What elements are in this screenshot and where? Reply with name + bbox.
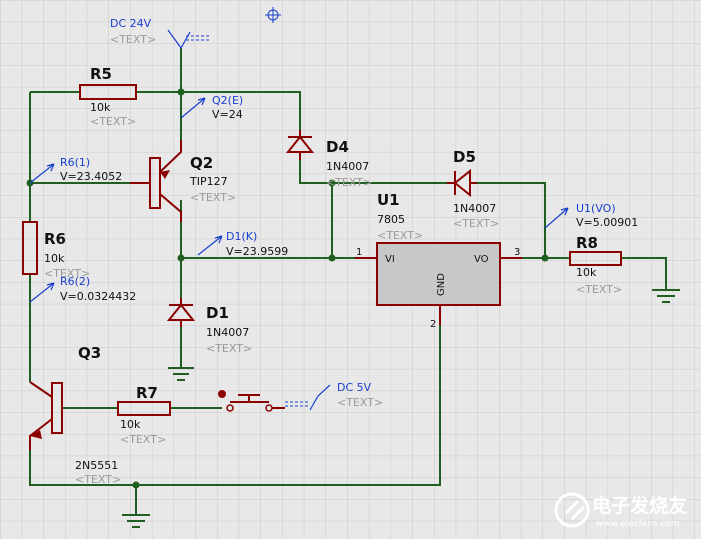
d5-ref: D5 [453, 148, 476, 166]
d1-ref: D1 [206, 304, 229, 322]
watermark-sub: www.elecfans.com [596, 519, 680, 529]
probe-u1-vo-value: V=5.00901 [576, 216, 638, 229]
u1-value: 7805 [377, 213, 405, 226]
d5-text: <TEXT> [453, 217, 499, 230]
probe-r6-1-value: V=23.4052 [60, 170, 122, 183]
r5-ref: R5 [90, 65, 112, 83]
u1-pin-vi: VI [385, 254, 395, 265]
r8-ref: R8 [576, 234, 598, 252]
u1-text: <TEXT> [377, 229, 423, 242]
r7-text: <TEXT> [120, 433, 166, 446]
probe-u1-vo-name: U1(VO) [576, 202, 616, 215]
u1-pin-vo: VO [474, 254, 489, 265]
probe-r6-2-name: R6(2) [60, 275, 90, 288]
r6-ref: R6 [44, 230, 66, 248]
d4-value: 1N4007 [326, 160, 369, 173]
d4-text: <TEXT> [326, 176, 372, 189]
probe-r6-2-value: V=0.0324432 [60, 290, 136, 303]
r6-value: 10k [44, 252, 65, 265]
u1-pin3-number: 3 [514, 247, 520, 258]
r8-value: 10k [576, 266, 597, 279]
q2-value: TIP127 [189, 175, 228, 188]
r5-text: <TEXT> [90, 115, 136, 128]
probe-q2e-value: V=24 [212, 108, 243, 121]
r8-text: <TEXT> [576, 283, 622, 296]
q2-text: <TEXT> [190, 191, 236, 204]
u1-pin1-number: 1 [356, 247, 362, 258]
u1-pin2-number: 2 [430, 319, 436, 330]
d1-text: <TEXT> [206, 342, 252, 355]
probe-d1k-value: V=23.9599 [226, 245, 288, 258]
dc24v-label: DC 24V [110, 17, 152, 30]
schematic-svg: DC 24V <TEXT> R5 10k <TEXT> Q2(E) V=24 Q… [0, 0, 701, 539]
u1-pin-gnd: GND [436, 273, 447, 296]
r5-value: 10k [90, 101, 111, 114]
d1-value: 1N4007 [206, 326, 249, 339]
r7-value: 10k [120, 418, 141, 431]
q3-text: <TEXT> [75, 473, 121, 486]
dc5v-label: DC 5V [337, 381, 372, 394]
u1-ref: U1 [377, 191, 400, 209]
schematic-canvas: DC 24V <TEXT> R5 10k <TEXT> Q2(E) V=24 Q… [0, 0, 701, 539]
q2-ref: Q2 [190, 154, 213, 172]
r7-ref: R7 [136, 384, 158, 402]
d4-ref: D4 [326, 138, 349, 156]
q3-ref: Q3 [78, 344, 101, 362]
q3-value: 2N5551 [75, 459, 118, 472]
probe-r6-1-name: R6(1) [60, 156, 90, 169]
probe-q2e-name: Q2(E) [212, 94, 243, 107]
probe-d1k-name: D1(K) [226, 230, 257, 243]
dc24v-text: <TEXT> [110, 33, 156, 46]
watermark-main: 电子发烧友 [592, 494, 687, 517]
d5-value: 1N4007 [453, 202, 496, 215]
dc5v-text: <TEXT> [337, 396, 383, 409]
